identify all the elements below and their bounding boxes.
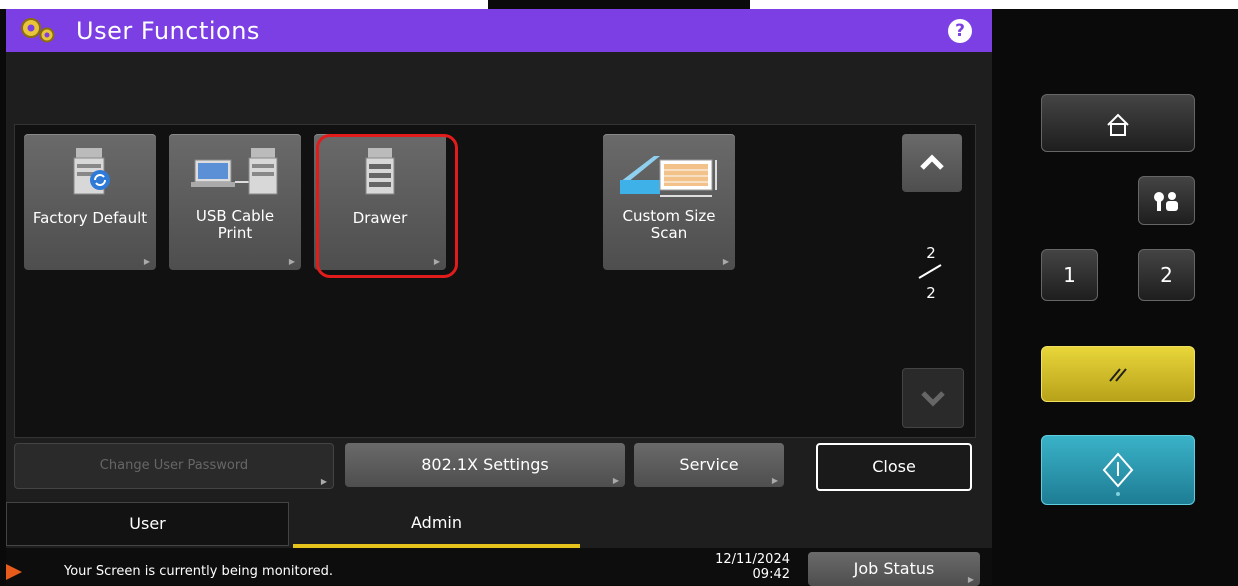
dot1x-settings-button[interactable]: 802.1X Settings ▶	[345, 443, 625, 487]
submenu-arrow-icon: ▶	[612, 476, 619, 485]
main-screen: Factory Default ▶ USB Cable Print ▶ Draw…	[6, 52, 992, 585]
tile-label-line: USB Cable	[195, 207, 275, 225]
numeric-key-2[interactable]: 2	[1138, 249, 1195, 301]
tile-label-line: Custom Size	[622, 207, 716, 225]
user-key-icon	[1154, 192, 1178, 211]
top-edge-strip-right	[750, 0, 1238, 9]
factory-default-icon	[73, 148, 110, 195]
help-button[interactable]: ?	[948, 19, 972, 43]
page-current: 2	[926, 244, 936, 262]
tile-label: Custom Size Scan	[603, 208, 735, 242]
usb-print-icon	[191, 148, 278, 195]
page-divider-icon	[918, 264, 942, 279]
selection-highlight	[316, 134, 458, 278]
page-title: User Functions	[76, 16, 260, 45]
submenu-arrow-icon: ▶	[143, 257, 150, 266]
submenu-arrow-icon: ▶	[771, 476, 778, 485]
button-label: 802.1X Settings	[421, 455, 549, 474]
change-user-password-button[interactable]: Change User Password ▶	[14, 443, 334, 489]
reset-icon	[1109, 368, 1127, 382]
numeric-key-1[interactable]: 1	[1041, 249, 1098, 301]
submenu-arrow-icon: ▶	[722, 257, 729, 266]
datetime: 12/11/2024 09:42	[706, 552, 790, 582]
submenu-arrow-icon: ▶	[320, 477, 327, 486]
usb-cable-print-button[interactable]: USB Cable Print ▶	[169, 134, 301, 270]
factory-default-button[interactable]: Factory Default ▶	[24, 134, 156, 270]
button-label: Job Status	[853, 559, 935, 578]
start-icon	[1102, 452, 1134, 496]
custom-scan-icon	[620, 156, 717, 197]
tile-label-line: Scan	[650, 224, 688, 242]
custom-size-scan-button[interactable]: Custom Size Scan ▶	[603, 134, 735, 270]
button-label: Close	[872, 457, 916, 476]
tile-label: USB Cable Print	[169, 208, 301, 242]
gears-icon	[21, 18, 55, 43]
scroll-down-button[interactable]	[902, 368, 964, 428]
button-label: Change User Password	[99, 458, 249, 473]
status-message: Your Screen is currently being monitored…	[64, 564, 334, 579]
tab-admin[interactable]: Admin	[293, 502, 580, 549]
chevron-down-icon	[921, 391, 945, 407]
function-panel	[14, 124, 976, 438]
home-icon	[1107, 113, 1129, 136]
date-text: 12/11/2024	[715, 552, 790, 567]
title-bar: User Functions ?	[6, 9, 992, 52]
button-label: Service	[679, 455, 739, 474]
tile-label-line: Print	[217, 224, 253, 242]
close-button[interactable]: Close	[816, 443, 972, 491]
scroll-up-button[interactable]	[902, 134, 962, 192]
chevron-up-icon	[920, 154, 944, 170]
job-status-button[interactable]: Job Status ▶	[808, 552, 980, 586]
page-indicator: 2 2	[911, 244, 951, 302]
reset-key[interactable]	[1041, 346, 1195, 402]
submenu-arrow-icon: ▶	[288, 257, 295, 266]
user-key[interactable]	[1138, 176, 1195, 225]
top-edge-strip-left	[0, 0, 488, 9]
tile-label: Factory Default	[32, 209, 148, 227]
tab-user[interactable]: User	[6, 502, 289, 546]
page-total: 2	[926, 284, 936, 302]
submenu-arrow-icon: ▶	[967, 575, 974, 584]
alert-arrow-icon	[6, 564, 22, 580]
service-button[interactable]: Service ▶	[634, 443, 784, 487]
time-text: 09:42	[752, 567, 790, 582]
home-key[interactable]	[1041, 94, 1195, 152]
start-key[interactable]	[1041, 435, 1195, 505]
